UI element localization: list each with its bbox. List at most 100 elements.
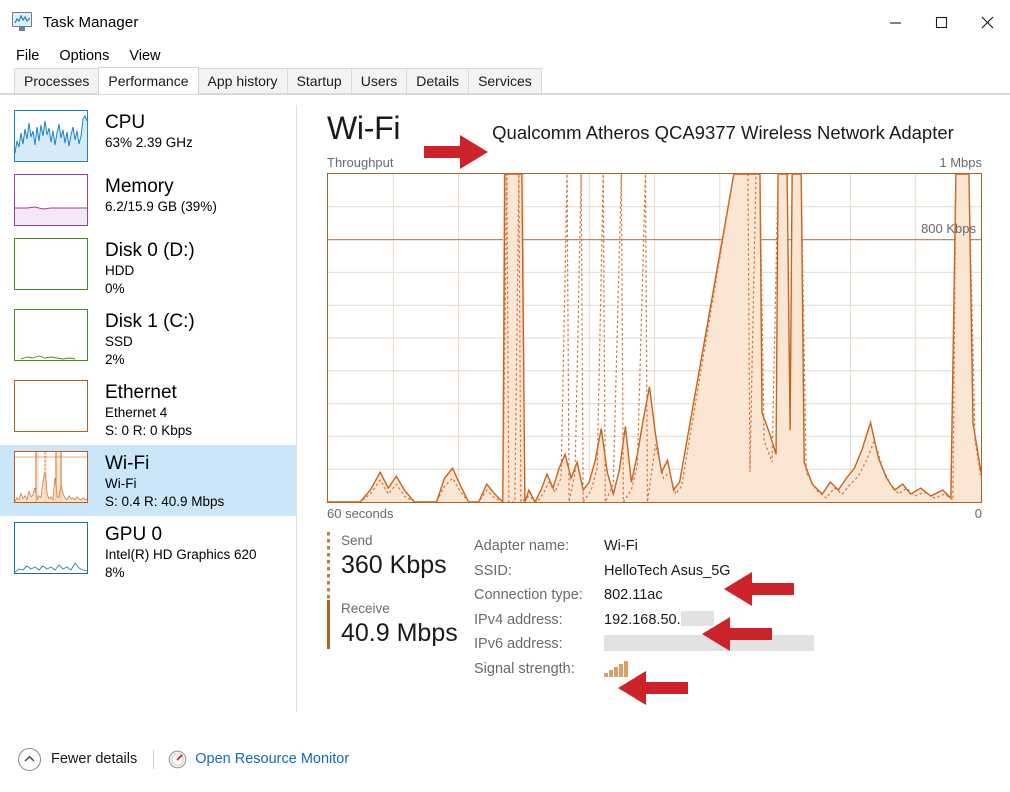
send-value: 360 Kbps <box>341 551 447 579</box>
info-key-ipv4-address: IPv4 address: <box>474 611 563 628</box>
sidebar-item-disk-0[interactable]: Disk 0 (D:) HDD 0% <box>0 232 296 303</box>
graph-gridline-label: 800 Kbps <box>921 221 976 236</box>
info-value-adapter-name: Wi-Fi <box>604 538 638 555</box>
info-row-connection-type: Connection type: 802.11ac <box>474 583 982 608</box>
sidebar-item-gpu-0[interactable]: GPU 0 Intel(R) HD Graphics 620 8% <box>0 516 296 587</box>
info-row-ipv4-address: IPv4 address: 192.168.50. <box>474 608 982 633</box>
sidebar-item-gpu-0-sub1: Intel(R) HD Graphics 620 <box>105 547 257 562</box>
sidebar-item-disk-1-title: Disk 1 (C:) <box>105 311 195 332</box>
window-title: Task Manager <box>43 13 139 31</box>
tab-details[interactable]: Details <box>406 68 470 94</box>
tab-app-history[interactable]: App history <box>197 68 288 94</box>
sidebar-item-ethernet-sub2: S: 0 R: 0 Kbps <box>105 422 193 438</box>
sidebar-item-ethernet-text: Ethernet Ethernet 4 S: 0 R: 0 Kbps <box>105 380 192 439</box>
sidebar-item-wifi[interactable]: Wi-Fi Wi-Fi S: 0.4 R: 40.9 Mbps <box>0 445 296 516</box>
title-bar: Task Manager <box>0 0 1010 44</box>
sidebar-item-disk-0-text: Disk 0 (D:) HDD 0% <box>105 238 195 297</box>
receive-label: Receive <box>341 601 390 616</box>
performance-sidebar: CPU 63% 2.39 GHz Memory 6.2/15.9 GB (39%… <box>0 95 296 726</box>
graph-title-label: Throughput <box>327 155 394 170</box>
sidebar-item-memory-sub: 6.2/15.9 GB (39%) <box>105 199 217 214</box>
receive-legend-marker <box>327 600 330 649</box>
chevron-up-circle-icon <box>18 747 41 771</box>
graph-max-label: 1 Mbps <box>939 155 982 170</box>
sidebar-item-disk-1-text: Disk 1 (C:) SSD 2% <box>105 309 195 368</box>
sidebar-item-gpu-0-title: GPU 0 <box>105 524 163 545</box>
menu-item-file[interactable]: File <box>16 48 39 64</box>
sidebar-item-ethernet[interactable]: Ethernet Ethernet 4 S: 0 R: 0 Kbps <box>0 374 296 445</box>
menu-item-view[interactable]: View <box>129 48 160 64</box>
sidebar-item-cpu-title: CPU <box>105 112 146 133</box>
info-key-signal-strength: Signal strength: <box>474 660 575 677</box>
performance-detail-panel: Wi-Fi Qualcomm Atheros QCA9377 Wireless … <box>297 95 1010 726</box>
info-key-ssid: SSID: <box>474 562 512 579</box>
info-value-ipv4-address: 192.168.50. <box>604 611 714 628</box>
sidebar-item-gpu-0-sub2: 8% <box>105 564 125 580</box>
window-controls <box>872 0 1010 44</box>
sidebar-item-gpu-0-text: GPU 0 Intel(R) HD Graphics 620 8% <box>105 522 257 581</box>
info-row-ipv6-address: IPv6 address: <box>474 632 982 657</box>
sidebar-item-wifi-sub1: Wi-Fi <box>105 476 137 491</box>
tab-users[interactable]: Users <box>350 68 408 94</box>
disk0-thumbnail-graph <box>14 238 88 290</box>
sidebar-item-memory-text: Memory 6.2/15.9 GB (39%) <box>105 174 217 216</box>
sidebar-item-disk-0-title: Disk 0 (D:) <box>105 240 195 261</box>
resource-monitor-label: Open Resource Monitor <box>195 751 350 767</box>
graph-top-labels: Throughput 1 Mbps <box>327 155 982 170</box>
sidebar-item-disk-1-sub2: 2% <box>105 351 125 367</box>
sidebar-item-memory-title: Memory <box>105 176 174 197</box>
fewer-details-button[interactable]: Fewer details <box>18 747 138 771</box>
sidebar-item-cpu-sub: 63% 2.39 GHz <box>105 135 193 150</box>
info-key-adapter-name: Adapter name: <box>474 538 570 555</box>
tab-bar: Processes Performance App history Startu… <box>0 67 1010 95</box>
footer-separator <box>153 749 155 769</box>
receive-value: 40.9 Mbps <box>341 619 458 647</box>
tab-processes[interactable]: Processes <box>14 68 100 94</box>
ipv6-redaction-block <box>604 635 814 652</box>
sidebar-item-disk-0-sub1: HDD <box>105 263 135 278</box>
fewer-details-label: Fewer details <box>51 751 138 767</box>
page-title: Wi-Fi <box>327 110 401 146</box>
wifi-thumbnail-graph <box>14 451 88 503</box>
info-row-adapter-name: Adapter name: Wi-Fi <box>474 534 982 559</box>
sidebar-item-disk-0-sub2: 0% <box>105 280 125 296</box>
sidebar-item-wifi-text: Wi-Fi Wi-Fi S: 0.4 R: 40.9 Mbps <box>105 451 224 510</box>
sidebar-item-wifi-sub2: S: 0.4 R: 40.9 Mbps <box>105 493 225 509</box>
info-value-connection-type: 802.11ac <box>604 587 663 604</box>
info-value-ipv6-address <box>604 635 814 653</box>
stats-area: Send 360 Kbps Receive 40.9 Mbps Adapter … <box>327 532 982 681</box>
sidebar-item-memory[interactable]: Memory 6.2/15.9 GB (39%) <box>0 168 296 232</box>
tab-services[interactable]: Services <box>468 68 542 94</box>
content-area: CPU 63% 2.39 GHz Memory 6.2/15.9 GB (39%… <box>0 95 1010 726</box>
resource-monitor-icon <box>168 750 187 769</box>
cpu-thumbnail-graph <box>14 110 88 162</box>
ipv4-text: 192.168.50. <box>604 612 681 629</box>
panel-header: Wi-Fi Qualcomm Atheros QCA9377 Wireless … <box>327 111 982 151</box>
maximize-button[interactable] <box>918 0 964 44</box>
throughput-stats: Send 360 Kbps Receive 40.9 Mbps <box>327 532 474 681</box>
menu-bar: File Options View <box>0 44 1010 68</box>
tab-performance[interactable]: Performance <box>98 67 199 94</box>
send-label: Send <box>341 533 373 548</box>
send-legend-marker <box>327 532 330 600</box>
sidebar-item-ethernet-sub1: Ethernet 4 <box>105 405 168 420</box>
sidebar-item-cpu-text: CPU 63% 2.39 GHz <box>105 110 193 152</box>
close-button[interactable] <box>964 0 1010 44</box>
open-resource-monitor-link[interactable]: Open Resource Monitor <box>168 750 349 769</box>
sidebar-item-disk-1-sub1: SSD <box>105 334 133 349</box>
minimize-button[interactable] <box>872 0 918 44</box>
sidebar-item-disk-1[interactable]: Disk 1 (C:) SSD 2% <box>0 303 296 374</box>
sidebar-item-cpu[interactable]: CPU 63% 2.39 GHz <box>0 104 296 168</box>
info-row-ssid: SSID: HelloTech Asus_5G <box>474 559 982 584</box>
disk1-thumbnail-graph <box>14 309 88 361</box>
sidebar-item-ethernet-title: Ethernet <box>105 382 177 403</box>
info-key-ipv6-address: IPv6 address: <box>474 636 563 653</box>
info-value-ssid: HelloTech Asus_5G <box>604 562 731 579</box>
menu-item-options[interactable]: Options <box>59 48 109 64</box>
tab-startup[interactable]: Startup <box>286 68 352 94</box>
ipv4-redaction-block <box>680 611 714 627</box>
throughput-graph: 800 Kbps <box>327 173 982 503</box>
info-key-connection-type: Connection type: <box>474 587 583 604</box>
footer-bar: Fewer details Open Resource Monitor <box>0 726 1010 792</box>
adapter-name-heading: Qualcomm Atheros QCA9377 Wireless Networ… <box>492 122 954 143</box>
